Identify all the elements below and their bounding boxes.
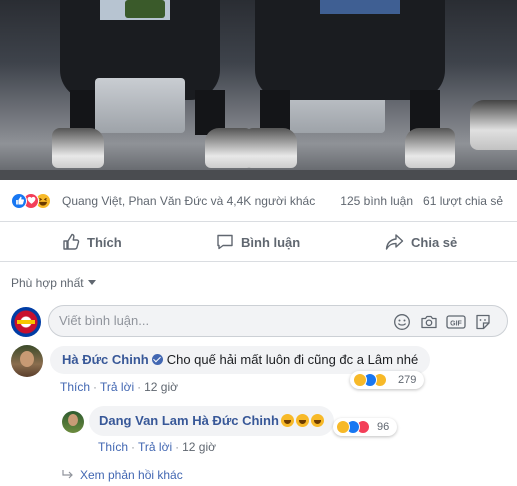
comment-bubble: Hà Đức Chinh Cho quế hải mất luôn đi cũng…	[50, 346, 431, 374]
svg-text:GIF: GIF	[450, 320, 462, 327]
comment-meta: Thích · Trả lời · 12 giờ	[60, 380, 178, 394]
post-stats: 125 bình luận 61 lượt chia sẻ	[340, 194, 503, 208]
reactions-summary: Quang Việt, Phan Văn Đức và 4,4K người k…	[0, 180, 517, 222]
comment-like-link[interactable]: Thích	[60, 380, 90, 394]
comment-author[interactable]: Hà Đức Chinh	[62, 352, 149, 367]
reaction-names[interactable]: Quang Việt, Phan Văn Đức và 4,4K người k…	[62, 194, 315, 208]
shares-count[interactable]: 61 lượt chia sẻ	[423, 194, 503, 208]
photo-phone	[125, 0, 165, 18]
comment-icon	[217, 234, 233, 250]
tears-of-joy-icon	[295, 414, 309, 427]
comment-time[interactable]: 12 giờ	[144, 380, 178, 394]
sort-label: Phù hợp nhất	[11, 276, 84, 290]
reply-author[interactable]: Dang Van Lam	[99, 413, 189, 428]
like-button[interactable]: Thích	[62, 222, 122, 262]
caret-down-icon	[87, 280, 96, 285]
gif-icon[interactable]: GIF	[446, 313, 466, 331]
more-replies-label: Xem phản hồi khác	[80, 468, 183, 482]
photo-shoe	[405, 128, 455, 168]
reply-reactions-badge[interactable]: 96	[333, 418, 397, 436]
photo-shoe	[245, 128, 297, 168]
photo-shoe	[52, 128, 104, 168]
share-label: Chia sẻ	[411, 234, 458, 250]
emoji-icon[interactable]	[393, 313, 411, 331]
comments-count[interactable]: 125 bình luận	[340, 194, 413, 208]
reply-like-link[interactable]: Thích	[98, 440, 128, 454]
photo-shoe	[470, 100, 517, 150]
tears-of-joy-icon	[280, 414, 294, 427]
current-user-avatar[interactable]	[11, 307, 41, 337]
avatar-face	[20, 351, 34, 367]
reply-reply-link[interactable]: Trả lời	[138, 440, 172, 454]
reply-mention[interactable]: Hà Đức Chinh	[192, 413, 279, 428]
comment-button[interactable]: Bình luận	[216, 222, 300, 262]
haha-icon	[336, 420, 350, 434]
like-label: Thích	[87, 234, 122, 250]
comment-text: Cho quế hải mất luôn đi cũng đc a Lâm nh…	[166, 352, 419, 367]
comment-reaction-count: 279	[398, 374, 417, 386]
thumbs-up-icon	[63, 233, 80, 250]
photo-floor	[0, 170, 517, 180]
tears-of-joy-icon	[310, 414, 324, 427]
comment-input[interactable]	[59, 313, 359, 328]
reaction-icons[interactable]	[11, 193, 61, 209]
photo-shirt	[320, 0, 400, 14]
verified-badge-icon	[151, 354, 163, 365]
post-photo[interactable]	[0, 0, 517, 180]
comment-label: Bình luận	[241, 234, 301, 250]
reply-meta: Thích · Trả lời · 12 giờ	[98, 440, 216, 454]
comment-reactions-badge[interactable]: 279	[350, 371, 424, 389]
reply-time[interactable]: 12 giờ	[182, 440, 216, 454]
commenter-avatar[interactable]	[11, 345, 43, 377]
reply-reaction-count: 96	[377, 421, 390, 433]
photo-bag	[95, 78, 185, 133]
like-icon	[11, 193, 27, 209]
post-actions: Thích Bình luận Chia sẻ	[0, 222, 517, 262]
haha-icon	[353, 373, 367, 387]
share-button[interactable]: Chia sẻ	[385, 222, 457, 262]
share-icon	[385, 234, 404, 250]
reply-bubble: Dang Van Lam Hà Đức Chinh	[89, 406, 334, 436]
photo-person-right	[255, 0, 445, 100]
comment-reply-link[interactable]: Trả lời	[100, 380, 134, 394]
comment-input-box[interactable]: GIF	[48, 305, 508, 337]
camera-icon[interactable]	[420, 313, 438, 331]
reply-emoji-text	[279, 413, 324, 428]
reply-arrow-icon	[62, 470, 73, 479]
comment-sort-dropdown[interactable]: Phù hợp nhất	[11, 276, 96, 290]
reply-avatar[interactable]	[62, 411, 84, 433]
sticker-icon[interactable]	[474, 313, 492, 331]
avatar-face	[68, 414, 78, 426]
avatar-logo	[17, 320, 35, 324]
more-replies-link[interactable]: Xem phản hồi khác	[62, 468, 183, 482]
